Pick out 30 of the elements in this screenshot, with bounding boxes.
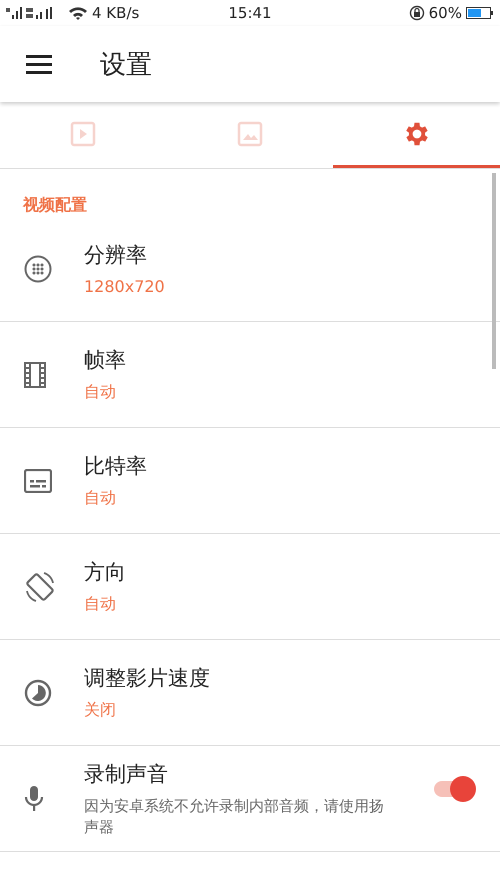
battery-percent: 60% bbox=[428, 4, 462, 22]
network-speed: 4 KB/s bbox=[92, 4, 140, 22]
setting-description: 因为安卓系统不允许录制内部音频，请使用扬声器 bbox=[84, 796, 384, 838]
timer-icon bbox=[24, 678, 52, 706]
microphone-icon bbox=[24, 784, 44, 812]
setting-title: 录制声音 bbox=[84, 760, 169, 788]
video-icon bbox=[70, 120, 96, 146]
app-bar-title: 设置 bbox=[100, 48, 152, 82]
wifi-icon bbox=[68, 6, 88, 20]
setting-title: 调整影片速度 bbox=[84, 665, 211, 692]
setting-title: 比特率 bbox=[84, 453, 148, 480]
setting-title: 方向 bbox=[84, 559, 127, 586]
image-icon bbox=[237, 120, 263, 146]
setting-value: 1280x720 bbox=[84, 277, 166, 296]
setting-value: 关闭 bbox=[84, 700, 117, 721]
film-strip-icon bbox=[24, 362, 46, 388]
setting-title: 帧率 bbox=[84, 347, 127, 374]
setting-value: 自动 bbox=[84, 382, 117, 403]
clock: 15:41 bbox=[228, 4, 272, 22]
rotation-lock-icon bbox=[408, 5, 425, 21]
subtitles-icon bbox=[24, 468, 52, 492]
setting-value: 自动 bbox=[84, 488, 117, 509]
setting-value: 自动 bbox=[84, 594, 117, 615]
setting-title: 分辨率 bbox=[84, 242, 148, 269]
scrollbar[interactable] bbox=[492, 173, 496, 369]
screen-rotation-icon bbox=[24, 570, 56, 602]
battery-icon bbox=[466, 6, 494, 20]
section-header: 视频配置 bbox=[22, 194, 88, 216]
menu-icon[interactable] bbox=[26, 54, 52, 74]
dots-grid-icon bbox=[24, 254, 52, 282]
